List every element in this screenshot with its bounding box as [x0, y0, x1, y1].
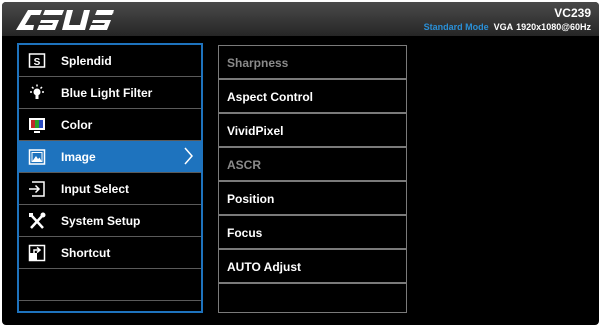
menu-item-image[interactable]: Image — [19, 141, 201, 173]
asus-logo: ® — [16, 9, 114, 30]
bulb-icon — [30, 84, 44, 99]
shortcut-icon — [28, 244, 46, 262]
image-icon — [28, 149, 46, 165]
color-icon — [29, 118, 45, 133]
menu-item-label: Color — [61, 118, 93, 132]
submenu-item-label: ASCR — [227, 158, 262, 172]
image-submenu: Sharpness Aspect Control VividPixel ASCR… — [218, 45, 407, 313]
menu-item-label: Input Select — [61, 182, 130, 196]
chevron-right-icon — [184, 147, 193, 165]
menu-item-shortcut[interactable]: Shortcut — [19, 237, 201, 269]
resolution-readout: 1920x1080@60Hz — [516, 22, 591, 32]
menu-item-blue-light-filter[interactable]: Blue Light Filter — [19, 77, 201, 109]
main-menu: S Splendid Blue Light Filter Color Image… — [17, 43, 203, 313]
submenu-item-auto-adjust[interactable]: AUTO Adjust — [219, 250, 406, 284]
svg-text:®: ® — [110, 9, 114, 16]
submenu-item-label: VividPixel — [227, 124, 284, 138]
model-name: VC239 — [554, 6, 591, 20]
osd-window: ® VC239 Standard Mode VGA 1920x1080@60Hz S… — [2, 2, 599, 325]
menu-item-label: Shortcut — [61, 246, 111, 260]
menu-item-input-select[interactable]: Input Select — [19, 173, 201, 205]
submenu-item-label: Aspect Control — [227, 90, 314, 104]
submenu-item-aspect-control[interactable]: Aspect Control — [219, 80, 406, 114]
submenu-item-vividpixel[interactable]: VividPixel — [219, 114, 406, 148]
osd-header: ® VC239 Standard Mode VGA 1920x1080@60Hz — [2, 2, 599, 36]
display-mode: Standard Mode — [423, 22, 489, 32]
submenu-item-label: Sharpness — [227, 56, 289, 70]
submenu-item-position[interactable]: Position — [219, 182, 406, 216]
submenu-item-label: Focus — [227, 226, 263, 240]
submenu-item-label: AUTO Adjust — [227, 260, 301, 274]
svg-text:S: S — [34, 57, 41, 68]
submenu-item-ascr[interactable]: ASCR — [219, 148, 406, 182]
menu-item-splendid[interactable]: S Splendid — [19, 45, 201, 77]
menu-item-label: Splendid — [61, 54, 112, 68]
submenu-item-focus[interactable]: Focus — [219, 216, 406, 250]
menu-item-label: Image — [61, 150, 96, 164]
input-select-icon — [29, 181, 45, 197]
submenu-item-label: Position — [227, 192, 275, 206]
tools-icon — [29, 212, 46, 229]
status-line: Standard Mode VGA 1920x1080@60Hz — [424, 22, 591, 32]
input-signal: VGA — [493, 22, 514, 32]
menu-item-empty — [19, 269, 201, 301]
submenu-item-sharpness[interactable]: Sharpness — [219, 46, 406, 80]
splendid-icon: S — [28, 53, 46, 68]
menu-item-label: System Setup — [61, 214, 141, 228]
menu-item-system-setup[interactable]: System Setup — [19, 205, 201, 237]
menu-item-color[interactable]: Color — [19, 109, 201, 141]
menu-item-label: Blue Light Filter — [61, 86, 153, 100]
